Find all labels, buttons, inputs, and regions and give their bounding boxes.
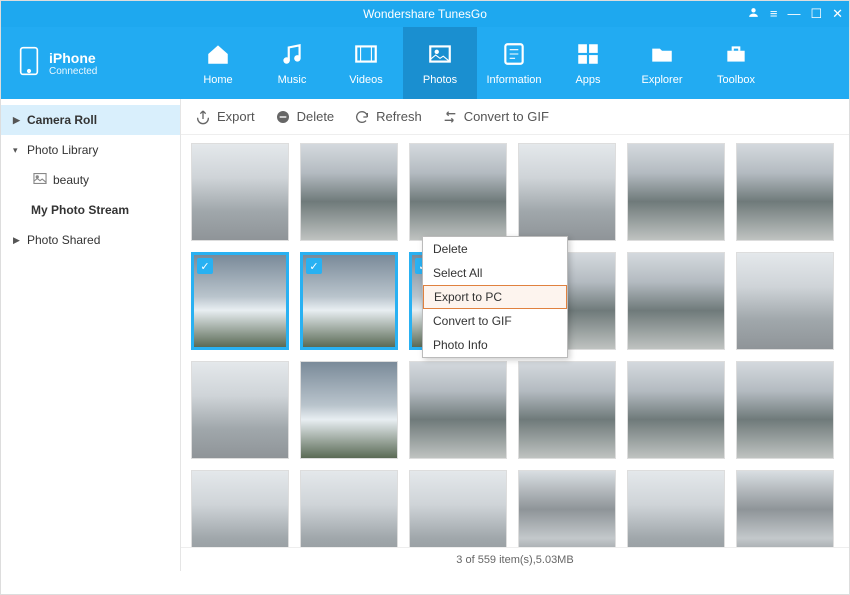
sidebar-item-my-photo-stream[interactable]: My Photo Stream [1, 195, 180, 225]
toolbar-label: Convert to GIF [464, 109, 549, 124]
nav-label: Videos [349, 74, 382, 86]
photo-thumb[interactable] [627, 252, 725, 350]
apps-icon [575, 41, 601, 70]
photo-thumb[interactable] [627, 470, 725, 547]
status-text: 3 of 559 item(s),5.03MB [456, 554, 573, 566]
photo-thumb[interactable] [191, 470, 289, 547]
nav-label: Information [486, 74, 541, 86]
nav-information[interactable]: Information [477, 27, 551, 99]
nav-music[interactable]: Music [255, 27, 329, 99]
photo-thumb[interactable] [736, 470, 834, 547]
ctx-export-to-pc[interactable]: Export to PC [423, 285, 567, 309]
photo-thumb[interactable]: ✓ [191, 252, 289, 350]
sidebar-item-beauty[interactable]: beauty [1, 165, 180, 195]
home-icon [205, 41, 231, 70]
toolbar-label: Delete [297, 109, 335, 124]
photo-thumb[interactable] [518, 470, 616, 547]
photo-thumb[interactable] [300, 361, 398, 459]
minimize-icon[interactable]: — [787, 6, 800, 22]
header: iPhone Connected Home Music Videos Photos In… [1, 27, 849, 99]
ctx-select-all[interactable]: Select All [423, 261, 567, 285]
photo-thumb[interactable] [191, 143, 289, 241]
nav-photos[interactable]: Photos [403, 27, 477, 99]
sidebar-item-photo-library[interactable]: ▾ Photo Library [1, 135, 180, 165]
nav-toolbox[interactable]: Toolbox [699, 27, 773, 99]
sidebar-item-camera-roll[interactable]: ▶ Camera Roll [1, 105, 180, 135]
sidebar-label: Photo Library [27, 143, 98, 157]
nav: Home Music Videos Photos Information Apps Expl… [181, 27, 849, 99]
status-bar: 3 of 559 item(s),5.03MB [181, 547, 849, 571]
ctx-label: Delete [433, 242, 468, 256]
sidebar-item-photo-shared[interactable]: ▶ Photo Shared [1, 225, 180, 255]
photo-thumb[interactable] [191, 361, 289, 459]
photo-thumb[interactable] [409, 143, 507, 241]
ctx-label: Select All [433, 266, 482, 280]
nav-apps[interactable]: Apps [551, 27, 625, 99]
music-icon [279, 41, 305, 70]
caret-down-icon: ▾ [13, 145, 21, 156]
device-box[interactable]: iPhone Connected [1, 27, 181, 99]
nav-label: Apps [575, 74, 600, 86]
photo-thumb[interactable] [736, 143, 834, 241]
delete-button[interactable]: Delete [275, 109, 335, 125]
photo-thumb[interactable] [518, 361, 616, 459]
videos-icon [353, 41, 379, 70]
nav-label: Toolbox [717, 74, 755, 86]
toolbar-label: Export [217, 109, 255, 124]
ctx-label: Photo Info [433, 338, 488, 352]
menu-icon[interactable]: ≡ [770, 6, 778, 22]
photo-thumb[interactable] [518, 143, 616, 241]
photo-thumb[interactable] [736, 361, 834, 459]
sidebar: ▶ Camera Roll ▾ Photo Library beauty My Ph… [1, 99, 181, 571]
nav-label: Photos [423, 74, 457, 86]
caret-right-icon: ▶ [13, 235, 21, 246]
explorer-icon [649, 41, 675, 70]
sidebar-label: Camera Roll [27, 113, 97, 127]
photo-thumb[interactable] [409, 470, 507, 547]
photos-icon [427, 41, 453, 70]
nav-label: Music [278, 74, 307, 86]
nav-label: Home [203, 74, 232, 86]
ctx-label: Convert to GIF [433, 314, 512, 328]
photo-thumb[interactable] [300, 470, 398, 547]
export-button[interactable]: Export [195, 109, 255, 125]
ctx-label: Export to PC [434, 290, 502, 304]
information-icon [501, 41, 527, 70]
device-status: Connected [49, 66, 97, 77]
toolbar: Export Delete Refresh Convert to GIF [181, 99, 849, 135]
ctx-delete[interactable]: Delete [423, 237, 567, 261]
ctx-convert[interactable]: Convert to GIF [423, 309, 567, 333]
photo-thumb[interactable] [627, 143, 725, 241]
photo-thumb[interactable] [300, 143, 398, 241]
device-name: iPhone [49, 50, 97, 66]
ctx-photo-info[interactable]: Photo Info [423, 333, 567, 357]
sidebar-label: beauty [53, 173, 89, 187]
convert-button[interactable]: Convert to GIF [442, 109, 549, 125]
photo-thumb[interactable]: ✓ [300, 252, 398, 350]
photo-thumb[interactable] [736, 252, 834, 350]
refresh-button[interactable]: Refresh [354, 109, 422, 125]
check-icon: ✓ [306, 258, 322, 274]
close-icon[interactable]: ✕ [832, 6, 843, 22]
sidebar-label: Photo Shared [27, 233, 100, 247]
toolbar-label: Refresh [376, 109, 422, 124]
check-icon: ✓ [197, 258, 213, 274]
nav-videos[interactable]: Videos [329, 27, 403, 99]
photo-thumb[interactable] [409, 361, 507, 459]
nav-home[interactable]: Home [181, 27, 255, 99]
nav-explorer[interactable]: Explorer [625, 27, 699, 99]
nav-label: Explorer [642, 74, 683, 86]
titlebar: Wondershare TunesGo ≡ — ☐ ✕ [1, 1, 849, 27]
caret-right-icon: ▶ [13, 115, 21, 126]
sidebar-label: My Photo Stream [31, 203, 129, 217]
user-icon[interactable] [747, 6, 760, 22]
phone-icon [19, 45, 39, 82]
photo-thumb[interactable] [627, 361, 725, 459]
picture-icon [33, 173, 47, 187]
toolbox-icon [723, 41, 749, 70]
context-menu: Delete Select All Export to PC Convert t… [422, 236, 568, 358]
maximize-icon[interactable]: ☐ [810, 6, 822, 22]
app-title: Wondershare TunesGo [363, 7, 487, 21]
